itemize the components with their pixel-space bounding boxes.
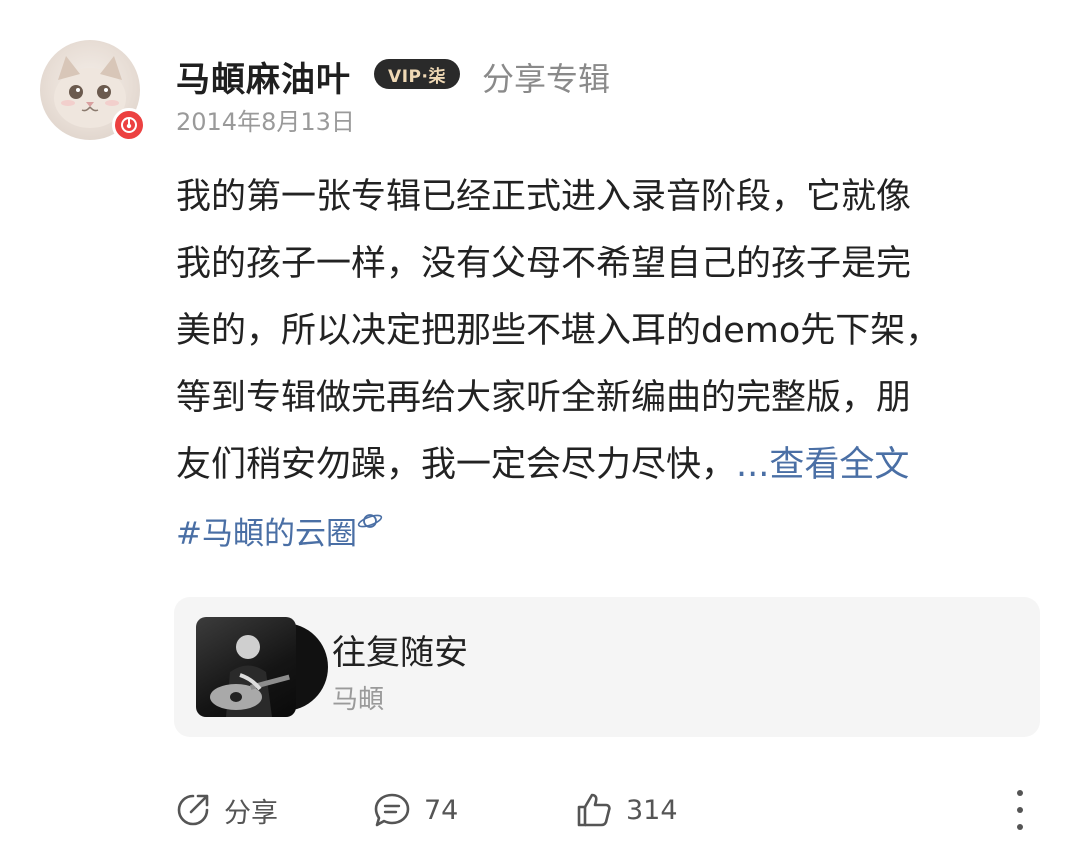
vip-badge-label: VIP·柒 [388,66,446,87]
album-card[interactable]: 往复随安 马頔 [174,597,1040,737]
planet-icon [357,514,383,528]
post-body-last-line: 友们稍安勿躁，我一定会尽力尽快，...查看全文 [176,432,1036,499]
comment-button[interactable]: 74 [372,786,458,834]
post-body-line: 等到专辑做完再给大家听全新编曲的完整版，朋 [176,378,912,418]
album-artwork [196,617,328,717]
thumbs-up-icon [577,793,611,827]
song-artist: 马頔 [332,685,385,715]
comment-count: 74 [424,794,459,826]
user-name[interactable]: 马頔麻油叶 [176,52,351,101]
post-body-line: 我的第一张专辑已经正式进入录音阶段，它就像 [176,177,912,217]
comment-icon [374,793,410,827]
post-body-line: 美的，所以决定把那些不堪入耳的demo先下架， [176,311,941,351]
share-label: 分享 [224,797,278,829]
hashtag-link[interactable]: #马頔的云圈 [176,508,383,553]
user-avatar-container[interactable] [40,40,146,144]
music-note-icon [112,108,146,142]
song-title: 往复随安 [332,633,468,673]
post-action-text: 分享专辑 [482,60,611,98]
share-button[interactable]: 分享 [174,786,278,834]
vip-badge[interactable]: VIP·柒 [374,59,460,89]
album-cover-image [196,617,296,717]
post-body-line: 友们稍安勿躁，我一定会尽力尽快， [176,445,737,485]
post-date: 2014年8月13日 [176,108,355,136]
post-body-line: 我的孩子一样，没有父母不希望自己的孩子是完 [176,244,912,284]
expand-full-text-link[interactable]: ...查看全文 [736,445,909,485]
hashtag-label: #马頔的云圈 [176,516,357,552]
more-vertical-icon[interactable] [1010,790,1030,830]
like-count: 314 [626,794,678,826]
like-button[interactable]: 314 [574,786,678,834]
post-action-bar: 分享 74 314 [0,786,1080,834]
post-body: 我的第一张专辑已经正式进入录音阶段，它就像 我的孩子一样，没有父母不希望自己的孩… [176,164,1036,499]
share-icon [177,794,209,826]
